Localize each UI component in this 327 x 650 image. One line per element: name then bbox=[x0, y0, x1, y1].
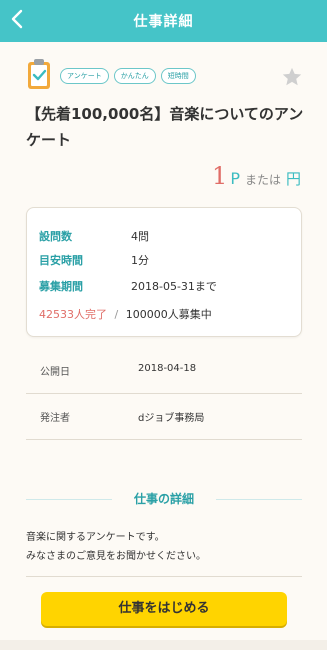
divider bbox=[216, 499, 302, 500]
tag-badge: 短時間 bbox=[160, 68, 196, 84]
info-value: 1分 bbox=[131, 254, 149, 267]
info-label: 募集期間 bbox=[39, 280, 83, 293]
divider bbox=[26, 576, 302, 577]
tag-list: アンケート かんたん 短時間 bbox=[60, 68, 196, 84]
page-title: 仕事詳細 bbox=[133, 14, 194, 30]
progress-separator: / bbox=[114, 308, 119, 321]
job-info-card: 設問数 4問 目安時間 1分 募集期間 2018-05-31まで 42533人完… bbox=[26, 207, 302, 337]
completed-count: 42533人完了 bbox=[39, 308, 107, 321]
job-description: 音楽に関するアンケートです。 みなさまのご意見をお聞かせください。 bbox=[26, 528, 302, 566]
info-value: 4問 bbox=[131, 230, 149, 243]
bottom-bar bbox=[0, 640, 327, 650]
reward-yen-label: 円 bbox=[285, 170, 301, 188]
info-label: 設問数 bbox=[39, 230, 72, 243]
description-line: みなさまのご意見をお聞かせください。 bbox=[26, 551, 206, 562]
job-title: 【先着100,000名】音楽についてのアンケート bbox=[26, 105, 304, 149]
recruitment-progress: 42533人完了 / 100000人募集中 bbox=[39, 306, 212, 322]
reward-display: 1 P または 円 bbox=[212, 162, 301, 190]
tag-badge: かんたん bbox=[113, 68, 156, 84]
info-label: 目安時間 bbox=[39, 254, 83, 267]
description-line: 音楽に関するアンケートです。 bbox=[26, 532, 165, 543]
section-header: 仕事の詳細 bbox=[26, 490, 302, 508]
clipboard-check-icon bbox=[26, 58, 52, 90]
reward-unit: P bbox=[230, 169, 240, 188]
reward-number: 1 bbox=[212, 162, 228, 190]
star-icon[interactable] bbox=[281, 66, 303, 88]
info-value: 2018-05-31まで bbox=[131, 280, 217, 293]
detail-row-client: 発注者 dジョブ事務局 bbox=[26, 393, 302, 440]
detail-label: 発注者 bbox=[40, 413, 70, 424]
app-header: 仕事詳細 bbox=[0, 0, 327, 42]
detail-row-published: 公開日 2018-04-18 bbox=[26, 347, 302, 394]
tag-badge: アンケート bbox=[60, 68, 109, 84]
recruiting-count: 100000人募集中 bbox=[125, 308, 212, 321]
detail-value: 2018-04-18 bbox=[138, 363, 197, 374]
detail-label: 公開日 bbox=[40, 367, 70, 378]
reward-or-label: または bbox=[244, 173, 281, 187]
start-job-button[interactable]: 仕事をはじめる bbox=[41, 592, 287, 626]
detail-value: dジョブ事務局 bbox=[138, 413, 205, 424]
